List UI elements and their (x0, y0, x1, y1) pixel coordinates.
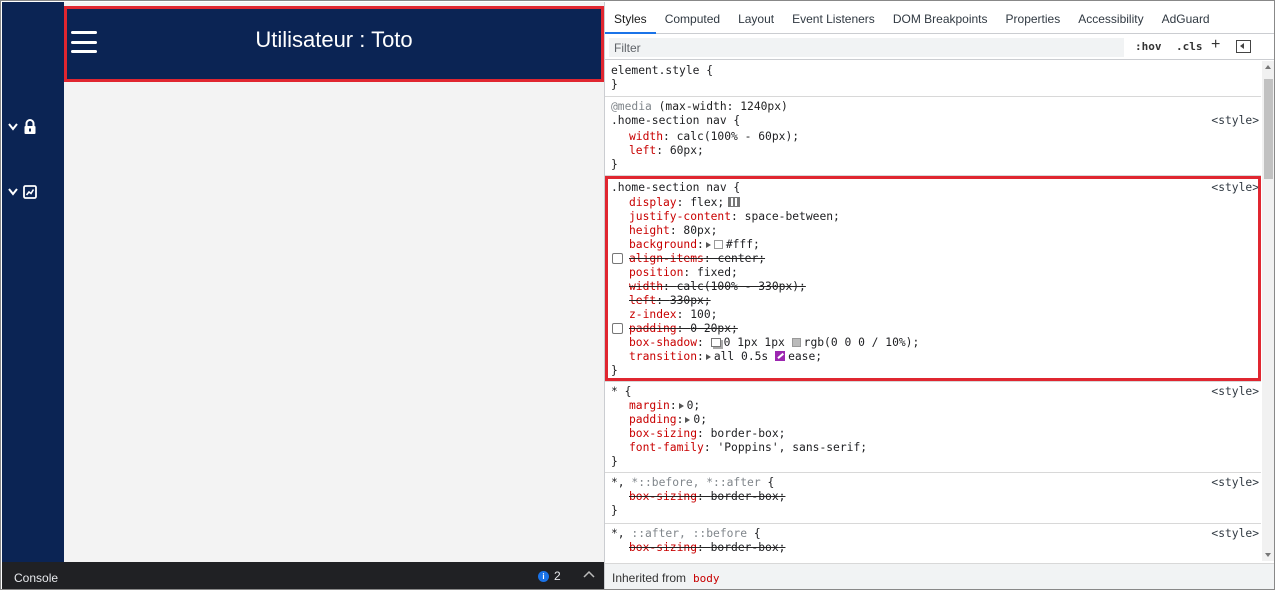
rule-source-link[interactable]: <style> (1211, 527, 1259, 541)
inherited-element-link[interactable]: body (693, 572, 720, 585)
chart-icon (23, 185, 37, 199)
declaration[interactable]: z-index: 100; (629, 308, 717, 322)
declaration-overridden[interactable]: box-sizing: border-box; (629, 541, 785, 555)
rule-universal: * { <style> margin: 0; padding: 0; box-siz… (605, 382, 1261, 473)
screenshot-frame: Utilisateur : Toto Console i 2 Styles Co… (0, 0, 1275, 590)
sidebar-item-lock[interactable] (8, 117, 48, 137)
styles-scrollbar[interactable] (1262, 61, 1274, 561)
declaration[interactable]: font-family: 'Poppins', sans-serif; (629, 441, 867, 455)
declaration-overridden[interactable]: width: calc(100% - 330px); (629, 280, 806, 294)
color-swatch-icon[interactable] (713, 240, 723, 249)
toggle-sidebar-icon[interactable] (1236, 40, 1251, 53)
expand-triangle-icon[interactable] (678, 403, 684, 409)
declaration[interactable]: box-sizing: border-box; (629, 427, 785, 441)
scroll-down-arrow-icon[interactable] (1265, 553, 1271, 557)
rule-close: } (611, 158, 618, 171)
easing-editor-icon[interactable] (775, 351, 786, 361)
rule-source-link[interactable]: <style> (1211, 114, 1259, 128)
devtools-tabbar: Styles Computed Layout Event Listeners D… (605, 2, 1274, 34)
declaration-overridden[interactable]: left: 330px; (629, 294, 711, 308)
app-sidebar (2, 2, 64, 562)
rule-source-link[interactable]: <style> (1211, 385, 1259, 399)
declaration-overridden[interactable]: box-sizing: border-box; (629, 490, 785, 504)
rule-home-section-nav: .home-section nav { <style> display: fle… (605, 176, 1261, 382)
tab-layout[interactable]: Layout (729, 2, 783, 34)
new-rule-button[interactable]: + (1211, 36, 1220, 54)
chevron-down-icon (8, 123, 18, 131)
scroll-up-arrow-icon[interactable] (1265, 65, 1271, 69)
declaration[interactable]: position: fixed; (629, 266, 738, 280)
rule-universal-pseudo-2: *, ::after, ::before { <style> box-sizin… (605, 524, 1261, 561)
declaration[interactable]: left: 60px; (629, 144, 704, 158)
filter-input[interactable] (609, 38, 1124, 57)
tab-accessibility[interactable]: Accessibility (1069, 2, 1152, 34)
tab-dom-breakpoints[interactable]: DOM Breakpoints (884, 2, 997, 34)
declaration-checkbox[interactable] (612, 323, 623, 334)
app-top-nav: Utilisateur : Toto (64, 6, 604, 82)
rule-selector[interactable]: element.style { (611, 64, 713, 78)
flexbox-editor-icon[interactable] (728, 197, 741, 207)
rule-universal-pseudo: *, *::before, *::after { <style> box-siz… (605, 473, 1261, 524)
chevron-down-icon (8, 188, 18, 196)
devtools-panel: Styles Computed Layout Event Listeners D… (604, 2, 1274, 589)
tab-properties[interactable]: Properties (997, 2, 1070, 34)
expand-triangle-icon[interactable] (705, 242, 711, 248)
issues-badge[interactable]: i 2 (538, 569, 561, 583)
console-drawer-bar[interactable]: Console i 2 (2, 562, 604, 589)
rule-close: } (611, 364, 618, 377)
rule-close: } (611, 455, 618, 468)
declaration-checkbox[interactable] (612, 253, 623, 264)
scroll-thumb[interactable] (1264, 79, 1273, 179)
declaration-disabled[interactable]: align-items: center; (629, 252, 765, 266)
rule-media-home-section-nav: @media (max-width: 1240px) .home-section… (605, 97, 1261, 176)
inherited-label: Inherited from (612, 571, 687, 585)
sidebar-item-chart[interactable] (8, 182, 48, 202)
expand-triangle-icon[interactable] (685, 417, 691, 423)
declaration[interactable]: margin: 0; (629, 399, 700, 413)
cls-toggle[interactable]: .cls (1176, 40, 1203, 53)
inherited-section-header: Inherited from body (605, 563, 1274, 589)
tab-adguard[interactable]: AdGuard (1153, 2, 1219, 34)
hov-toggle[interactable]: :hov (1135, 40, 1162, 53)
chevron-up-icon[interactable] (583, 570, 595, 578)
rule-close: } (611, 78, 618, 91)
declaration[interactable]: padding: 0; (629, 413, 707, 427)
declaration[interactable]: justify-content: space-between; (629, 210, 840, 224)
issues-count: 2 (554, 569, 561, 583)
color-swatch-icon[interactable] (791, 338, 801, 347)
lock-icon (24, 119, 36, 134)
styles-pane: element.style { } @media (max-width: 124… (605, 61, 1261, 561)
tab-computed[interactable]: Computed (656, 2, 729, 34)
declaration-disabled[interactable]: padding: 0 20px; (629, 322, 738, 336)
tab-event-listeners[interactable]: Event Listeners (783, 2, 884, 34)
console-tab[interactable]: Console (14, 571, 58, 585)
declaration[interactable]: height: 80px; (629, 224, 717, 238)
rule-source-link[interactable]: <style> (1211, 476, 1259, 490)
tab-styles[interactable]: Styles (605, 2, 656, 34)
rule-selector[interactable]: * { (611, 385, 631, 399)
rule-selector[interactable]: .home-section nav { (611, 114, 740, 128)
declaration[interactable]: background: #fff; (629, 238, 760, 252)
rule-close: } (611, 504, 618, 517)
rule-selector[interactable]: *, ::after, ::before { (611, 527, 761, 541)
declaration[interactable]: width: calc(100% - 60px); (629, 130, 799, 144)
expand-triangle-icon[interactable] (705, 354, 711, 360)
page-title: Utilisateur : Toto (255, 27, 413, 52)
declaration[interactable]: box-shadow: 0 1px 1px rgb(0 0 0 / 10%); (629, 336, 919, 350)
shadow-editor-icon[interactable] (710, 338, 721, 347)
page-content-area (64, 2, 604, 562)
rule-element-style: element.style { } (605, 61, 1261, 97)
declaration[interactable]: display: flex; (629, 196, 741, 210)
rule-source-link[interactable]: <style> (1211, 181, 1259, 195)
info-icon: i (538, 570, 549, 582)
rule-selector[interactable]: .home-section nav { (611, 181, 740, 195)
declaration[interactable]: transition: all 0.5s ease; (629, 350, 822, 364)
rule-selector[interactable]: *, *::before, *::after { (611, 476, 774, 490)
media-query: @media (max-width: 1240px) (611, 100, 788, 113)
styles-toolbar: :hov .cls + (605, 35, 1274, 60)
